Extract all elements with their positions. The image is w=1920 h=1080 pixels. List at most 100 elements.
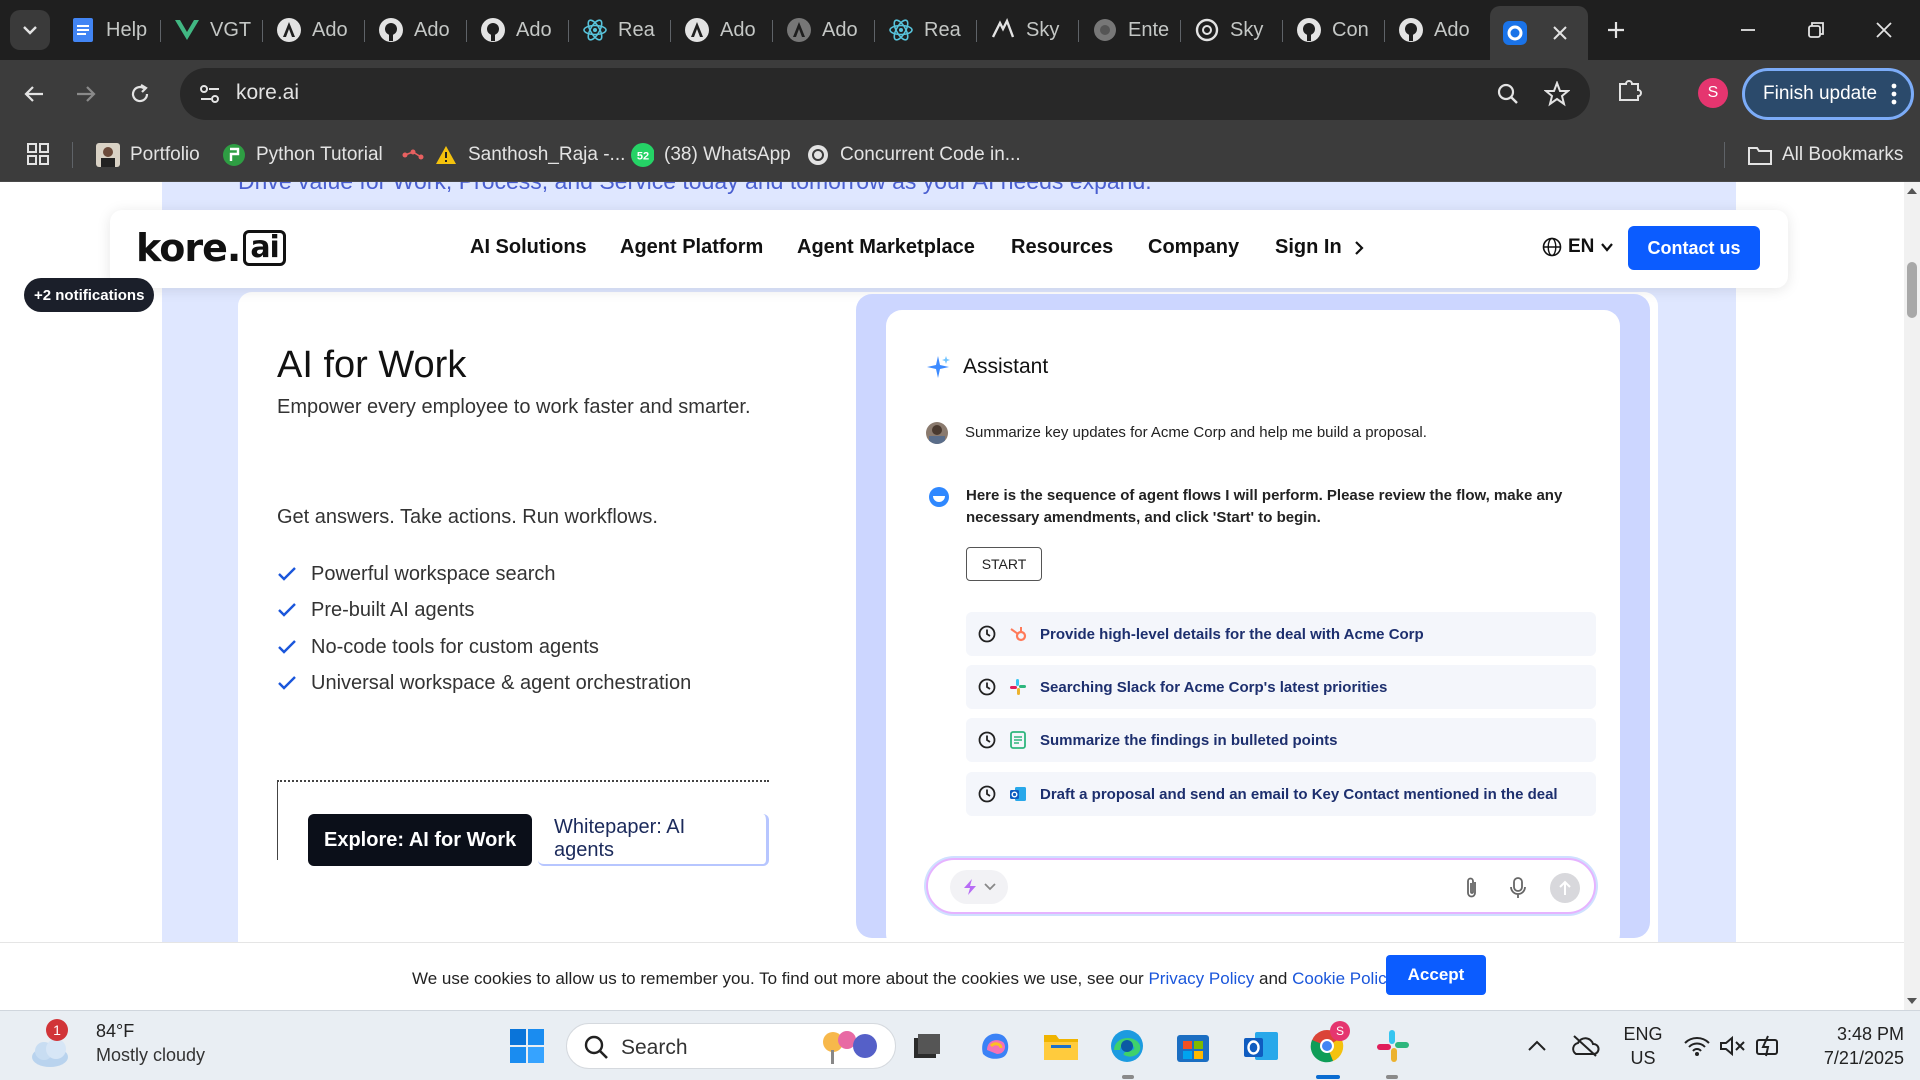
start-button[interactable] bbox=[506, 1025, 548, 1067]
mode-selector[interactable] bbox=[950, 870, 1008, 904]
weather-widget[interactable]: 1 84°F Mostly cloudy bbox=[20, 1011, 210, 1080]
cookie-policy-link[interactable]: Cookie Policy bbox=[1292, 969, 1395, 988]
kore-logo[interactable]: kore. ai bbox=[136, 226, 286, 270]
language-selector[interactable]: EN bbox=[1542, 236, 1614, 258]
edge-button[interactable] bbox=[1106, 1025, 1148, 1067]
all-bookmarks-button[interactable]: All Bookmarks bbox=[1748, 140, 1903, 170]
search-icon bbox=[584, 1035, 608, 1059]
angular-icon bbox=[684, 17, 710, 43]
nav-sign-in[interactable]: Sign In bbox=[1275, 236, 1366, 259]
nav-company[interactable]: Company bbox=[1148, 236, 1239, 259]
task-view-button[interactable] bbox=[906, 1025, 948, 1067]
browser-tab[interactable]: Ado bbox=[366, 10, 466, 50]
notifications-badge[interactable]: +2 notifications bbox=[24, 278, 155, 312]
sparkle-icon bbox=[925, 354, 951, 380]
agent-step[interactable]: Provide high-level details for the deal … bbox=[966, 612, 1596, 656]
accept-cookies-button[interactable]: Accept bbox=[1386, 955, 1486, 995]
address-bar[interactable]: kore.ai bbox=[180, 68, 1590, 120]
onedrive-button[interactable] bbox=[1564, 1025, 1606, 1067]
weather-condition: Mostly cloudy bbox=[96, 1045, 206, 1065]
scroll-up-icon[interactable] bbox=[1904, 184, 1920, 198]
explore-ai-for-work-button[interactable]: Explore: AI for Work bbox=[308, 814, 533, 866]
site-info-icon[interactable] bbox=[198, 82, 222, 111]
bookmark-concurrent-code[interactable]: Concurrent Code in... bbox=[806, 140, 1021, 170]
outlook-icon bbox=[1008, 784, 1028, 804]
send-button[interactable] bbox=[1550, 873, 1580, 903]
portfolio-icon bbox=[96, 143, 120, 167]
angular-icon bbox=[786, 17, 812, 43]
close-window-button[interactable] bbox=[1854, 8, 1914, 52]
page-scrollbar[interactable] bbox=[1904, 182, 1920, 1010]
browser-tab-active[interactable] bbox=[1490, 6, 1588, 60]
copilot-button[interactable] bbox=[974, 1025, 1016, 1067]
nav-resources[interactable]: Resources bbox=[1011, 236, 1113, 259]
agent-step[interactable]: Draft a proposal and send an email to Ke… bbox=[966, 772, 1596, 816]
browser-tab[interactable]: Sky bbox=[978, 10, 1078, 50]
edge-icon bbox=[1111, 1030, 1143, 1062]
browser-tab[interactable]: Con bbox=[1284, 10, 1384, 50]
apps-grid-icon[interactable] bbox=[26, 142, 50, 171]
browser-tab[interactable]: Ado bbox=[264, 10, 364, 50]
file-explorer-button[interactable] bbox=[1040, 1025, 1082, 1067]
browser-tab[interactable]: Ado bbox=[1386, 10, 1486, 50]
extensions-button[interactable] bbox=[1616, 76, 1644, 109]
browser-tab[interactable]: Rea bbox=[876, 10, 976, 50]
agent-step[interactable]: Searching Slack for Acme Corp's latest p… bbox=[966, 665, 1596, 709]
new-tab-button[interactable] bbox=[1598, 12, 1634, 48]
reload-button[interactable] bbox=[120, 74, 160, 114]
battery-button[interactable] bbox=[1748, 1025, 1790, 1067]
clock[interactable]: 3:48 PM 7/21/2025 bbox=[1792, 1022, 1904, 1070]
zoom-icon[interactable] bbox=[1496, 82, 1520, 111]
contact-us-button[interactable]: Contact us bbox=[1628, 226, 1760, 270]
browser-tab[interactable]: Help bbox=[58, 10, 158, 50]
bookmark-python-tutorial[interactable]: Python Tutorial bbox=[222, 140, 383, 170]
bookmark-whatsapp[interactable]: 52 (38) WhatsApp bbox=[630, 140, 791, 170]
profile-avatar[interactable]: S bbox=[1698, 78, 1728, 108]
nav-agent-platform[interactable]: Agent Platform bbox=[620, 236, 763, 259]
browser-tab[interactable]: Sky bbox=[1182, 10, 1282, 50]
microphone-icon[interactable] bbox=[1504, 874, 1532, 902]
assistant-chat-input[interactable] bbox=[926, 858, 1596, 914]
cta-group: Explore: AI for Work Whitepaper: AI agen… bbox=[277, 780, 769, 866]
attach-icon[interactable] bbox=[1458, 874, 1486, 902]
more-vert-icon bbox=[1891, 83, 1897, 105]
restore-button[interactable] bbox=[1786, 8, 1846, 52]
outlook-button[interactable] bbox=[1240, 1025, 1282, 1067]
hero-text: Drive value for Work, Process, and Servi… bbox=[238, 182, 1152, 195]
start-button[interactable]: START bbox=[966, 547, 1042, 581]
back-button[interactable] bbox=[14, 74, 54, 114]
nav-ai-solutions[interactable]: AI Solutions bbox=[470, 236, 587, 259]
slack-button[interactable] bbox=[1372, 1025, 1414, 1067]
bookmark-portfolio[interactable]: Portfolio bbox=[96, 140, 200, 170]
browser-tab[interactable]: Ado bbox=[468, 10, 568, 50]
browser-tab[interactable]: VGT bbox=[162, 10, 262, 50]
openai-icon bbox=[806, 143, 830, 167]
browser-tab[interactable]: Ado bbox=[774, 10, 874, 50]
chrome-button[interactable]: S bbox=[1306, 1021, 1350, 1067]
whitepaper-button[interactable]: Whitepaper: AI agents bbox=[538, 814, 769, 866]
bookmark-santhosh-raja[interactable]: Santhosh_Raja -... bbox=[402, 140, 625, 170]
nav-agent-marketplace[interactable]: Agent Marketplace bbox=[797, 236, 975, 259]
bot-avatar-icon bbox=[928, 486, 950, 513]
check-icon bbox=[277, 564, 297, 584]
scrollbar-thumb[interactable] bbox=[1907, 262, 1917, 318]
browser-tab[interactable]: Rea bbox=[570, 10, 670, 50]
agent-step[interactable]: Summarize the findings in bulleted point… bbox=[966, 718, 1596, 762]
taskbar-search[interactable]: Search bbox=[566, 1023, 896, 1069]
tab-search-button[interactable] bbox=[10, 10, 50, 50]
check-icon bbox=[277, 673, 297, 693]
close-tab-icon[interactable] bbox=[1552, 25, 1568, 41]
forward-button[interactable] bbox=[66, 74, 106, 114]
minimize-button[interactable] bbox=[1718, 8, 1778, 52]
store-button[interactable] bbox=[1172, 1025, 1214, 1067]
scroll-down-icon[interactable] bbox=[1904, 994, 1920, 1008]
bookmark-star-icon[interactable] bbox=[1543, 80, 1571, 112]
arrow-left-icon bbox=[24, 86, 43, 102]
browser-tab[interactable]: Ente bbox=[1080, 10, 1180, 50]
finish-update-button[interactable]: Finish update bbox=[1742, 68, 1914, 120]
browser-tab[interactable]: Ado bbox=[672, 10, 772, 50]
input-language[interactable]: ENG US bbox=[1620, 1022, 1666, 1070]
show-hidden-icons-button[interactable] bbox=[1516, 1025, 1558, 1067]
bolt-icon bbox=[964, 879, 976, 895]
privacy-policy-link[interactable]: Privacy Policy bbox=[1148, 969, 1254, 988]
